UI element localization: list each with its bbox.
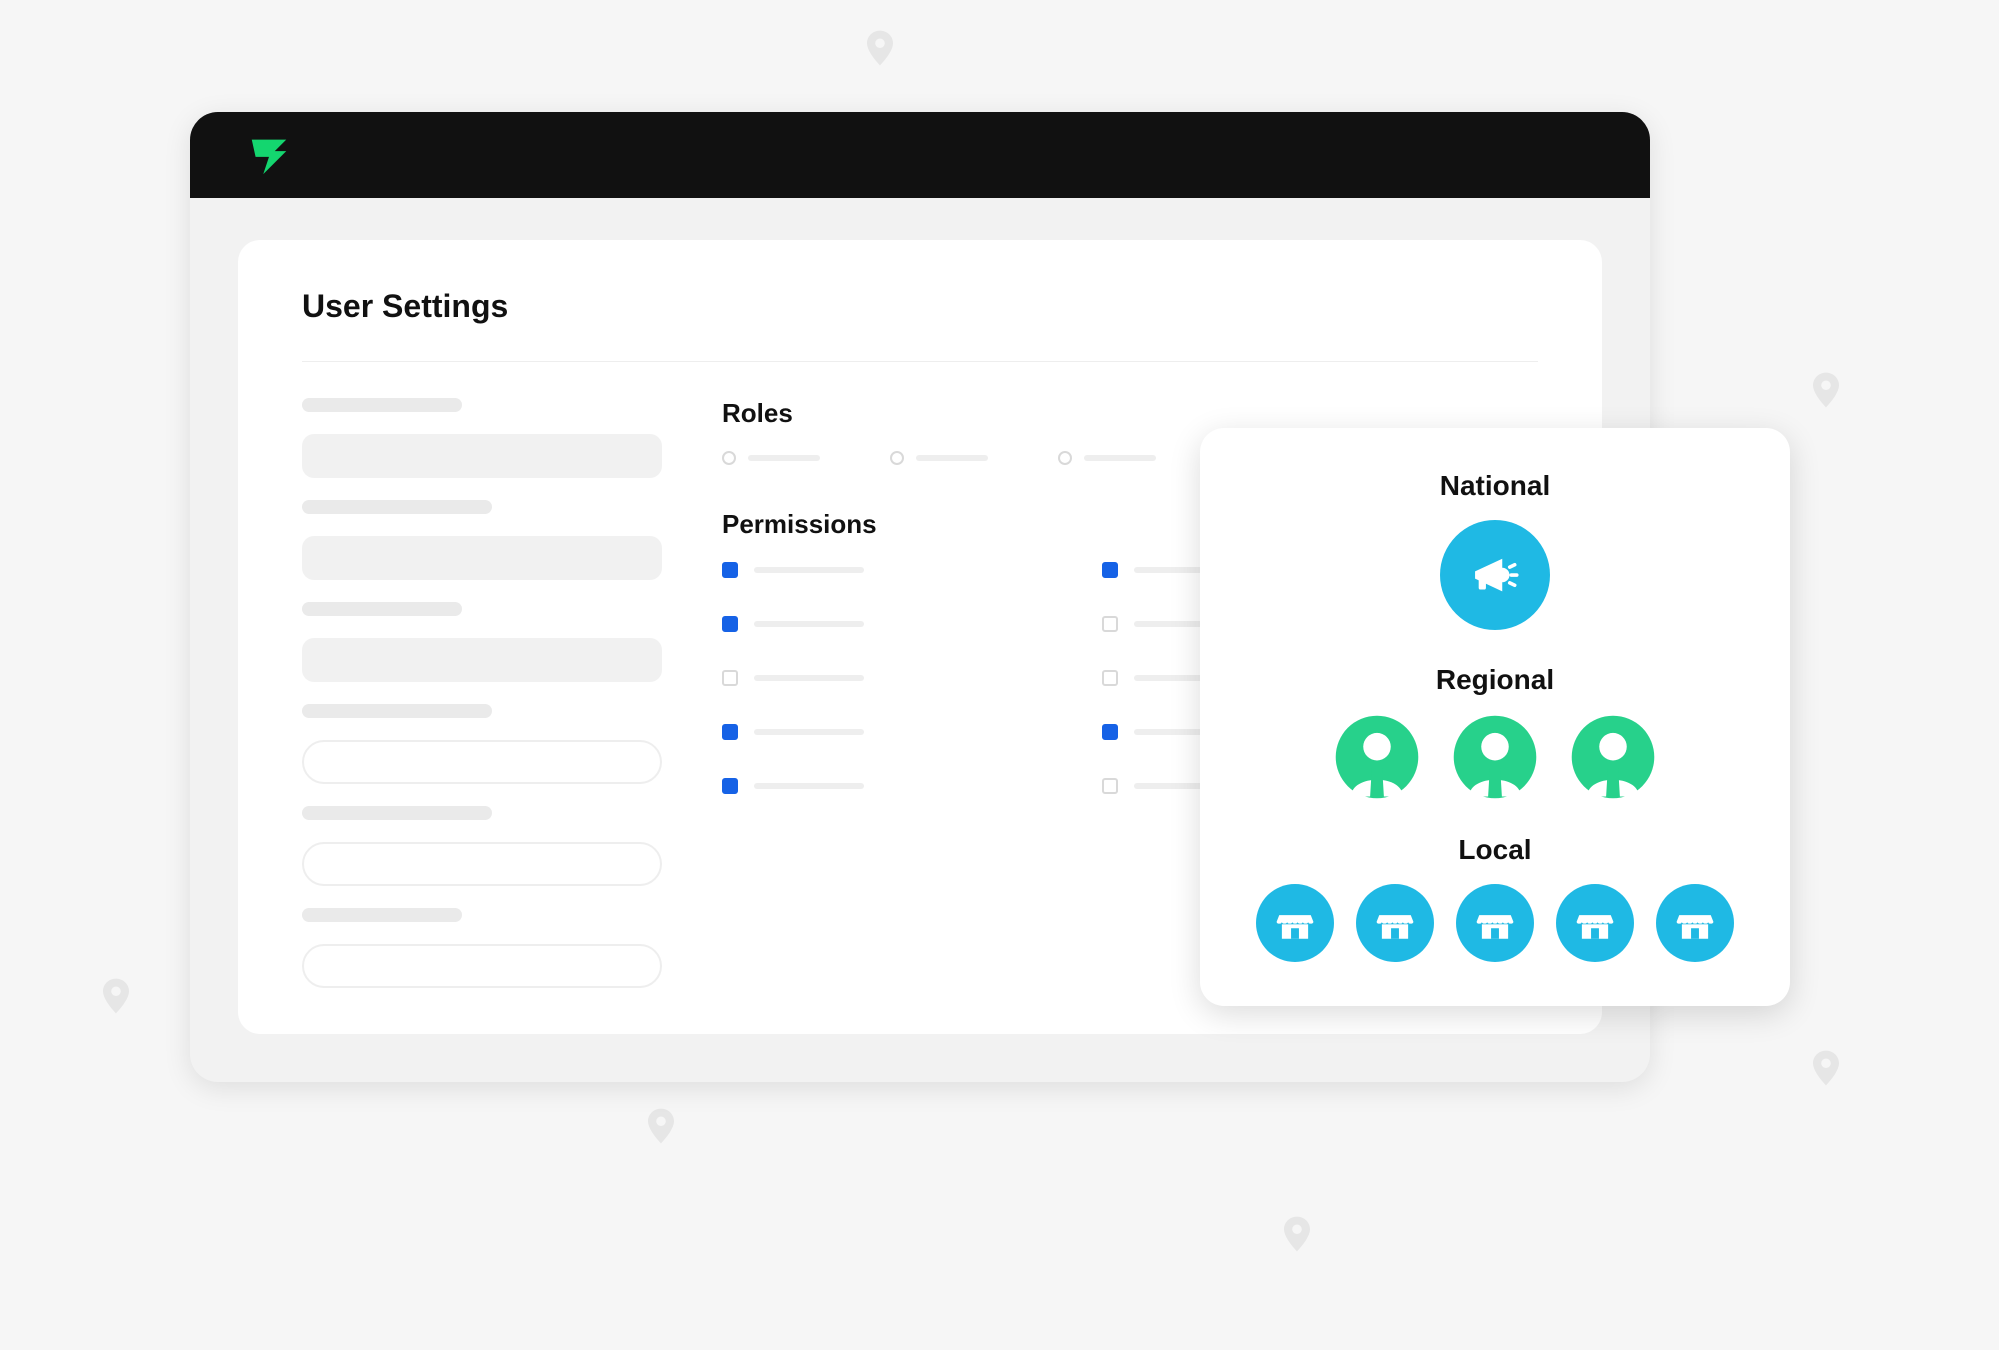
- checkbox-icon: [722, 778, 738, 794]
- megaphone-icon: [1440, 520, 1550, 630]
- checkbox-icon: [722, 562, 738, 578]
- checkbox-icon: [1102, 724, 1118, 740]
- map-pin-icon: [1813, 1050, 1839, 1086]
- role-option[interactable]: [1058, 451, 1156, 465]
- sidebar-placeholder[interactable]: [302, 944, 662, 988]
- page-title: User Settings: [302, 288, 1538, 362]
- radio-icon: [722, 451, 736, 465]
- sidebar-placeholder[interactable]: [302, 536, 662, 580]
- app-titlebar: [190, 112, 1650, 198]
- sidebar-placeholder: [302, 908, 462, 922]
- placeholder-line: [754, 783, 864, 789]
- checkbox-icon: [722, 724, 738, 740]
- store-icon: [1456, 884, 1534, 962]
- permission-item[interactable]: [722, 778, 982, 794]
- placeholder-line: [748, 455, 820, 461]
- sidebar-placeholder: [302, 806, 492, 820]
- checkbox-icon: [722, 670, 738, 686]
- sidebar-placeholder[interactable]: [302, 740, 662, 784]
- sidebar-placeholder[interactable]: [302, 842, 662, 886]
- person-icon: [1334, 714, 1420, 800]
- checkbox-icon: [1102, 562, 1118, 578]
- permission-item[interactable]: [722, 562, 982, 578]
- map-pin-icon: [1284, 1216, 1310, 1252]
- sidebar-placeholder: [302, 704, 492, 718]
- store-icon: [1356, 884, 1434, 962]
- sidebar-placeholder: [302, 398, 462, 412]
- map-pin-icon: [867, 30, 893, 66]
- store-icon: [1556, 884, 1634, 962]
- placeholder-line: [754, 675, 864, 681]
- sidebar-placeholder[interactable]: [302, 434, 662, 478]
- person-icon: [1570, 714, 1656, 800]
- map-pin-icon: [1813, 372, 1839, 408]
- checkbox-icon: [1102, 670, 1118, 686]
- tier-label: Local: [1234, 834, 1756, 866]
- sidebar-placeholder[interactable]: [302, 638, 662, 682]
- person-icon: [1452, 714, 1538, 800]
- hierarchy-card: National Regional Local: [1200, 428, 1790, 1006]
- placeholder-line: [754, 729, 864, 735]
- map-pin-icon: [103, 978, 129, 1014]
- checkbox-icon: [722, 616, 738, 632]
- settings-sidebar: [302, 398, 662, 988]
- sidebar-placeholder: [302, 500, 492, 514]
- radio-icon: [890, 451, 904, 465]
- placeholder-line: [916, 455, 988, 461]
- store-icon: [1256, 884, 1334, 962]
- brand-logo-icon: [246, 132, 292, 178]
- hierarchy-tier-regional: Regional: [1234, 664, 1756, 800]
- placeholder-line: [1084, 455, 1156, 461]
- checkbox-icon: [1102, 616, 1118, 632]
- hierarchy-tier-national: National: [1234, 470, 1756, 630]
- role-option[interactable]: [890, 451, 988, 465]
- permission-item[interactable]: [722, 670, 982, 686]
- radio-icon: [1058, 451, 1072, 465]
- map-pin-icon: [648, 1108, 674, 1144]
- roles-heading: Roles: [722, 398, 1538, 429]
- role-option[interactable]: [722, 451, 820, 465]
- tier-label: Regional: [1234, 664, 1756, 696]
- hierarchy-tier-local: Local: [1234, 834, 1756, 962]
- placeholder-line: [754, 621, 864, 627]
- permission-item[interactable]: [722, 724, 982, 740]
- tier-label: National: [1234, 470, 1756, 502]
- checkbox-icon: [1102, 778, 1118, 794]
- placeholder-line: [754, 567, 864, 573]
- permission-item[interactable]: [722, 616, 982, 632]
- store-icon: [1656, 884, 1734, 962]
- sidebar-placeholder: [302, 602, 462, 616]
